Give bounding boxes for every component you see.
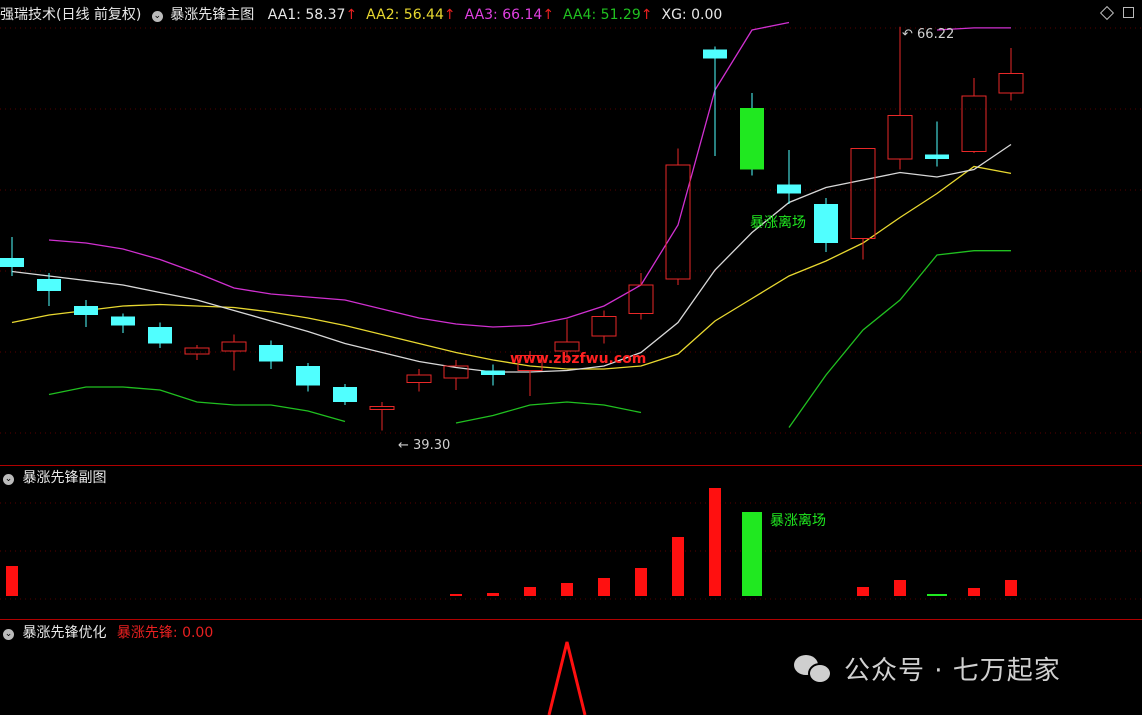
main-signal-label: 暴涨离场 [750,214,806,231]
exit-signal-candle [740,108,764,170]
sub-bar [524,587,536,596]
candle-body [259,345,283,362]
candle-body [850,148,876,239]
indicator-values: AA1: 58.37↑ AA2: 56.44↑ AA3: 66.14↑ AA4: 51… [259,7,723,23]
candle-body [184,347,210,355]
sub-bar [635,568,647,596]
opt-panel-title[interactable]: 暴涨先锋优化 [22,625,106,641]
candle-body [665,164,691,280]
candle-body [148,327,172,344]
wechat-icon [792,651,832,685]
sub-bar [487,593,499,596]
grid-lines [0,27,1142,620]
main-header: 强瑞技术(日线 前复权) ⌄ 暴涨先锋主图 AA1: 58.37↑ AA2: 56… [0,4,722,24]
candle-body [74,306,98,315]
sub-bar [561,583,573,596]
indicator-value-4: XG: 0.00 [661,7,723,23]
wechat-account-text: 公众号 · 七万起家 [844,655,1061,686]
high-price-label: ↶ 66.22 [902,27,954,42]
wechat-watermark: 公众号 · 七万起家 [792,648,1061,688]
candle-body [554,341,580,352]
sub-bar [742,512,762,596]
sub-bar [968,588,980,596]
indicator-value-1: AA2: 56.44 [366,7,444,23]
candle-body [887,115,913,160]
sub-panel-title[interactable]: 暴涨先锋副图 [22,470,106,486]
sub-bar [894,580,906,596]
opt-header: ⌄ 暴涨先锋优化 暴涨先锋: 0.00 [0,622,213,642]
sub-bar [598,578,610,596]
candle-body [777,184,801,194]
sub-bar [709,488,721,596]
up-arrow-icon: ↑ [542,7,555,23]
sub-signal-label: 暴涨离场 [770,512,826,529]
candle-body [814,204,838,243]
candle-body [296,366,320,386]
sub-bar [450,594,462,596]
candle-body [591,316,617,337]
chevron-down-icon[interactable]: ⌄ [3,474,14,485]
sub-panel-bars [6,488,1017,596]
candle-body [0,258,24,267]
chevron-down-icon[interactable]: ⌄ [3,629,14,640]
candle-body [333,387,357,402]
indicator-value-2: AA3: 66.14 [464,7,543,23]
opt-signal-spike [547,641,587,715]
opt-panel-value: 暴涨先锋: 0.00 [116,625,214,641]
candle-body [481,370,505,375]
sub-bar [1005,580,1017,596]
up-arrow-icon: ↑ [640,7,653,23]
chart-labels: ← 39.30 ↶ 66.22 暴涨离场 www.zbzfwu.com 暴涨离场 [398,27,954,529]
up-arrow-icon: ↑ [345,7,358,23]
square-icon[interactable] [1123,7,1134,18]
sub-bar [672,537,684,596]
candle-body [925,154,949,159]
indicator-name[interactable]: 暴涨先锋主图 [170,7,254,23]
candlesticks [0,26,1024,431]
up-arrow-icon: ↑ [443,7,456,23]
chevron-down-icon[interactable]: ⌄ [151,11,163,22]
candle-body [37,279,61,291]
sub-bar [927,594,947,596]
indicator-value-0: AA1: 58.37 [267,7,346,23]
aa4-line [455,401,642,424]
candle-body [961,95,987,152]
sub-bar [6,566,18,596]
aa4-line [788,250,1011,428]
indicator-value-3: AA4: 51.29 [563,7,641,23]
candle-body [111,316,135,326]
candle-body [703,49,727,59]
candle-body [221,341,247,352]
candle-body [998,73,1024,94]
aa4-line [48,386,346,423]
sub-header: ⌄ 暴涨先锋副图 [0,467,106,487]
opt-panel-signal [547,641,587,715]
site-watermark: www.zbzfwu.com [510,351,646,367]
candle-body [369,406,395,410]
stock-title[interactable]: 强瑞技术(日线 前复权) [0,7,141,23]
sub-bar [857,587,869,596]
candle-body [406,374,432,383]
stock-chart[interactable]: ← 39.30 ↶ 66.22 暴涨离场 www.zbzfwu.com 暴涨离场 [0,0,1142,715]
low-price-label: ← 39.30 [398,438,450,453]
